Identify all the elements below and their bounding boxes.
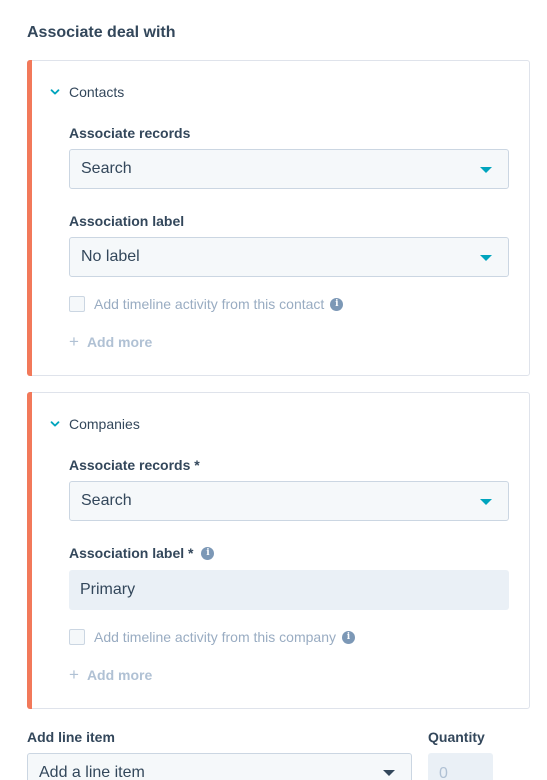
add-line-item-label: Add line item bbox=[27, 729, 115, 745]
info-icon[interactable]: i bbox=[201, 546, 215, 560]
label-text: Associate records * bbox=[69, 457, 200, 473]
section-heading: Associate deal with bbox=[27, 24, 176, 41]
plus-icon: + bbox=[69, 665, 79, 684]
select-value: Search bbox=[81, 160, 132, 177]
companies-title: Companies bbox=[69, 416, 140, 432]
info-icon[interactable]: i bbox=[341, 630, 355, 644]
readonly-value: Primary bbox=[80, 581, 136, 598]
select-value: Add a line item bbox=[39, 764, 145, 780]
line-item-select[interactable]: Add a line item bbox=[27, 753, 412, 780]
contacts-card: Contacts Associate records Search Associ… bbox=[27, 60, 530, 376]
companies-associate-records-label: Associate records * bbox=[69, 457, 200, 473]
add-more-label: Add more bbox=[86, 666, 153, 683]
label-text: Association label * bbox=[69, 545, 194, 561]
checkbox-label: Add timeline activity from this contact bbox=[94, 296, 325, 312]
contacts-association-label-label: Association label bbox=[69, 213, 184, 229]
caret-down-icon bbox=[480, 499, 492, 505]
label-text: Association label bbox=[69, 213, 185, 229]
contacts-association-label-select[interactable]: No label bbox=[69, 237, 509, 277]
companies-card: Companies Associate records * Search Ass… bbox=[27, 392, 530, 709]
contacts-associate-records-select[interactable]: Search bbox=[69, 149, 509, 189]
chevron-down-icon bbox=[50, 89, 60, 95]
companies-timeline-checkbox[interactable] bbox=[69, 629, 85, 645]
label-text: Associate records bbox=[69, 125, 191, 141]
contacts-timeline-row: Add timeline activity from this contact … bbox=[69, 296, 344, 312]
select-value: Search bbox=[81, 492, 132, 509]
companies-associate-records-select[interactable]: Search bbox=[69, 481, 509, 521]
contacts-associate-records-label: Associate records bbox=[69, 125, 190, 141]
chevron-down-icon bbox=[50, 421, 60, 427]
contacts-timeline-checkbox[interactable] bbox=[69, 296, 85, 312]
companies-toggle[interactable]: Companies bbox=[49, 416, 140, 432]
contacts-title: Contacts bbox=[69, 84, 125, 100]
checkbox-label: Add timeline activity from this company bbox=[94, 629, 336, 645]
caret-down-icon bbox=[383, 770, 395, 776]
companies-association-label-label: Association label * i bbox=[69, 545, 215, 561]
companies-timeline-row: Add timeline activity from this company … bbox=[69, 629, 355, 645]
companies-add-more-button[interactable]: + Add more bbox=[69, 666, 152, 683]
companies-association-label-value: Primary bbox=[69, 570, 509, 610]
select-value: No label bbox=[81, 248, 140, 265]
plus-icon: + bbox=[69, 332, 79, 351]
quantity-input[interactable]: 0 bbox=[428, 753, 493, 780]
contacts-add-more-button[interactable]: + Add more bbox=[69, 333, 152, 350]
quantity-label: Quantity bbox=[428, 729, 485, 745]
add-more-label: Add more bbox=[86, 333, 153, 350]
caret-down-icon bbox=[480, 255, 492, 261]
caret-down-icon bbox=[480, 167, 492, 173]
contacts-toggle[interactable]: Contacts bbox=[49, 84, 124, 100]
info-icon[interactable]: i bbox=[330, 297, 344, 311]
